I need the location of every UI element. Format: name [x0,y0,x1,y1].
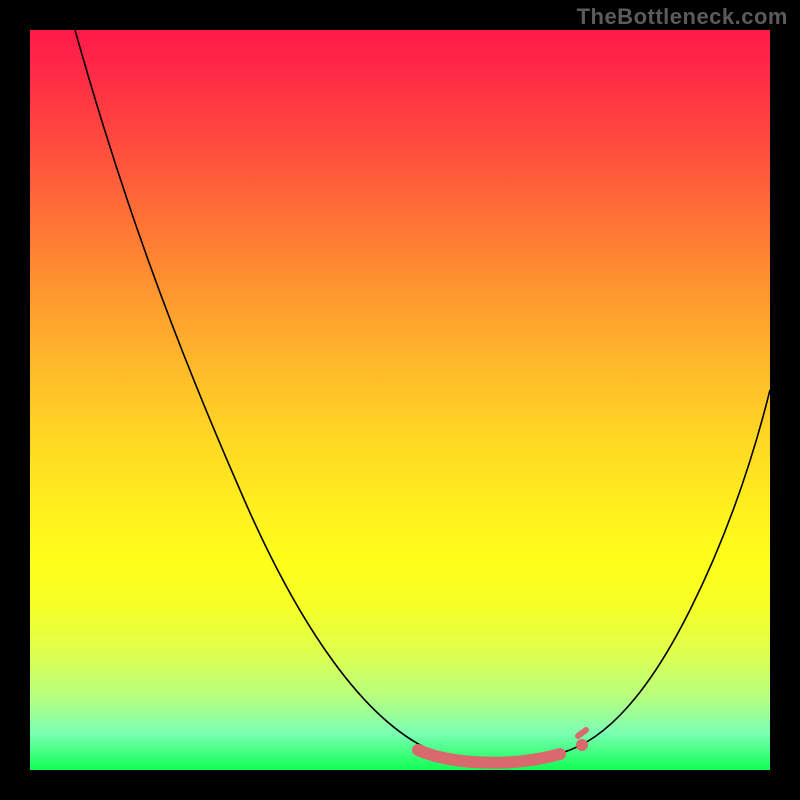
marker-dot [576,739,588,751]
watermark-text: TheBottleneck.com [577,4,788,30]
plot-area [30,30,770,770]
marker-tail [578,730,586,736]
optimal-range-marker [418,750,560,763]
chart-container: TheBottleneck.com [0,0,800,800]
curve-svg [30,30,770,770]
bottleneck-curve [75,30,770,761]
